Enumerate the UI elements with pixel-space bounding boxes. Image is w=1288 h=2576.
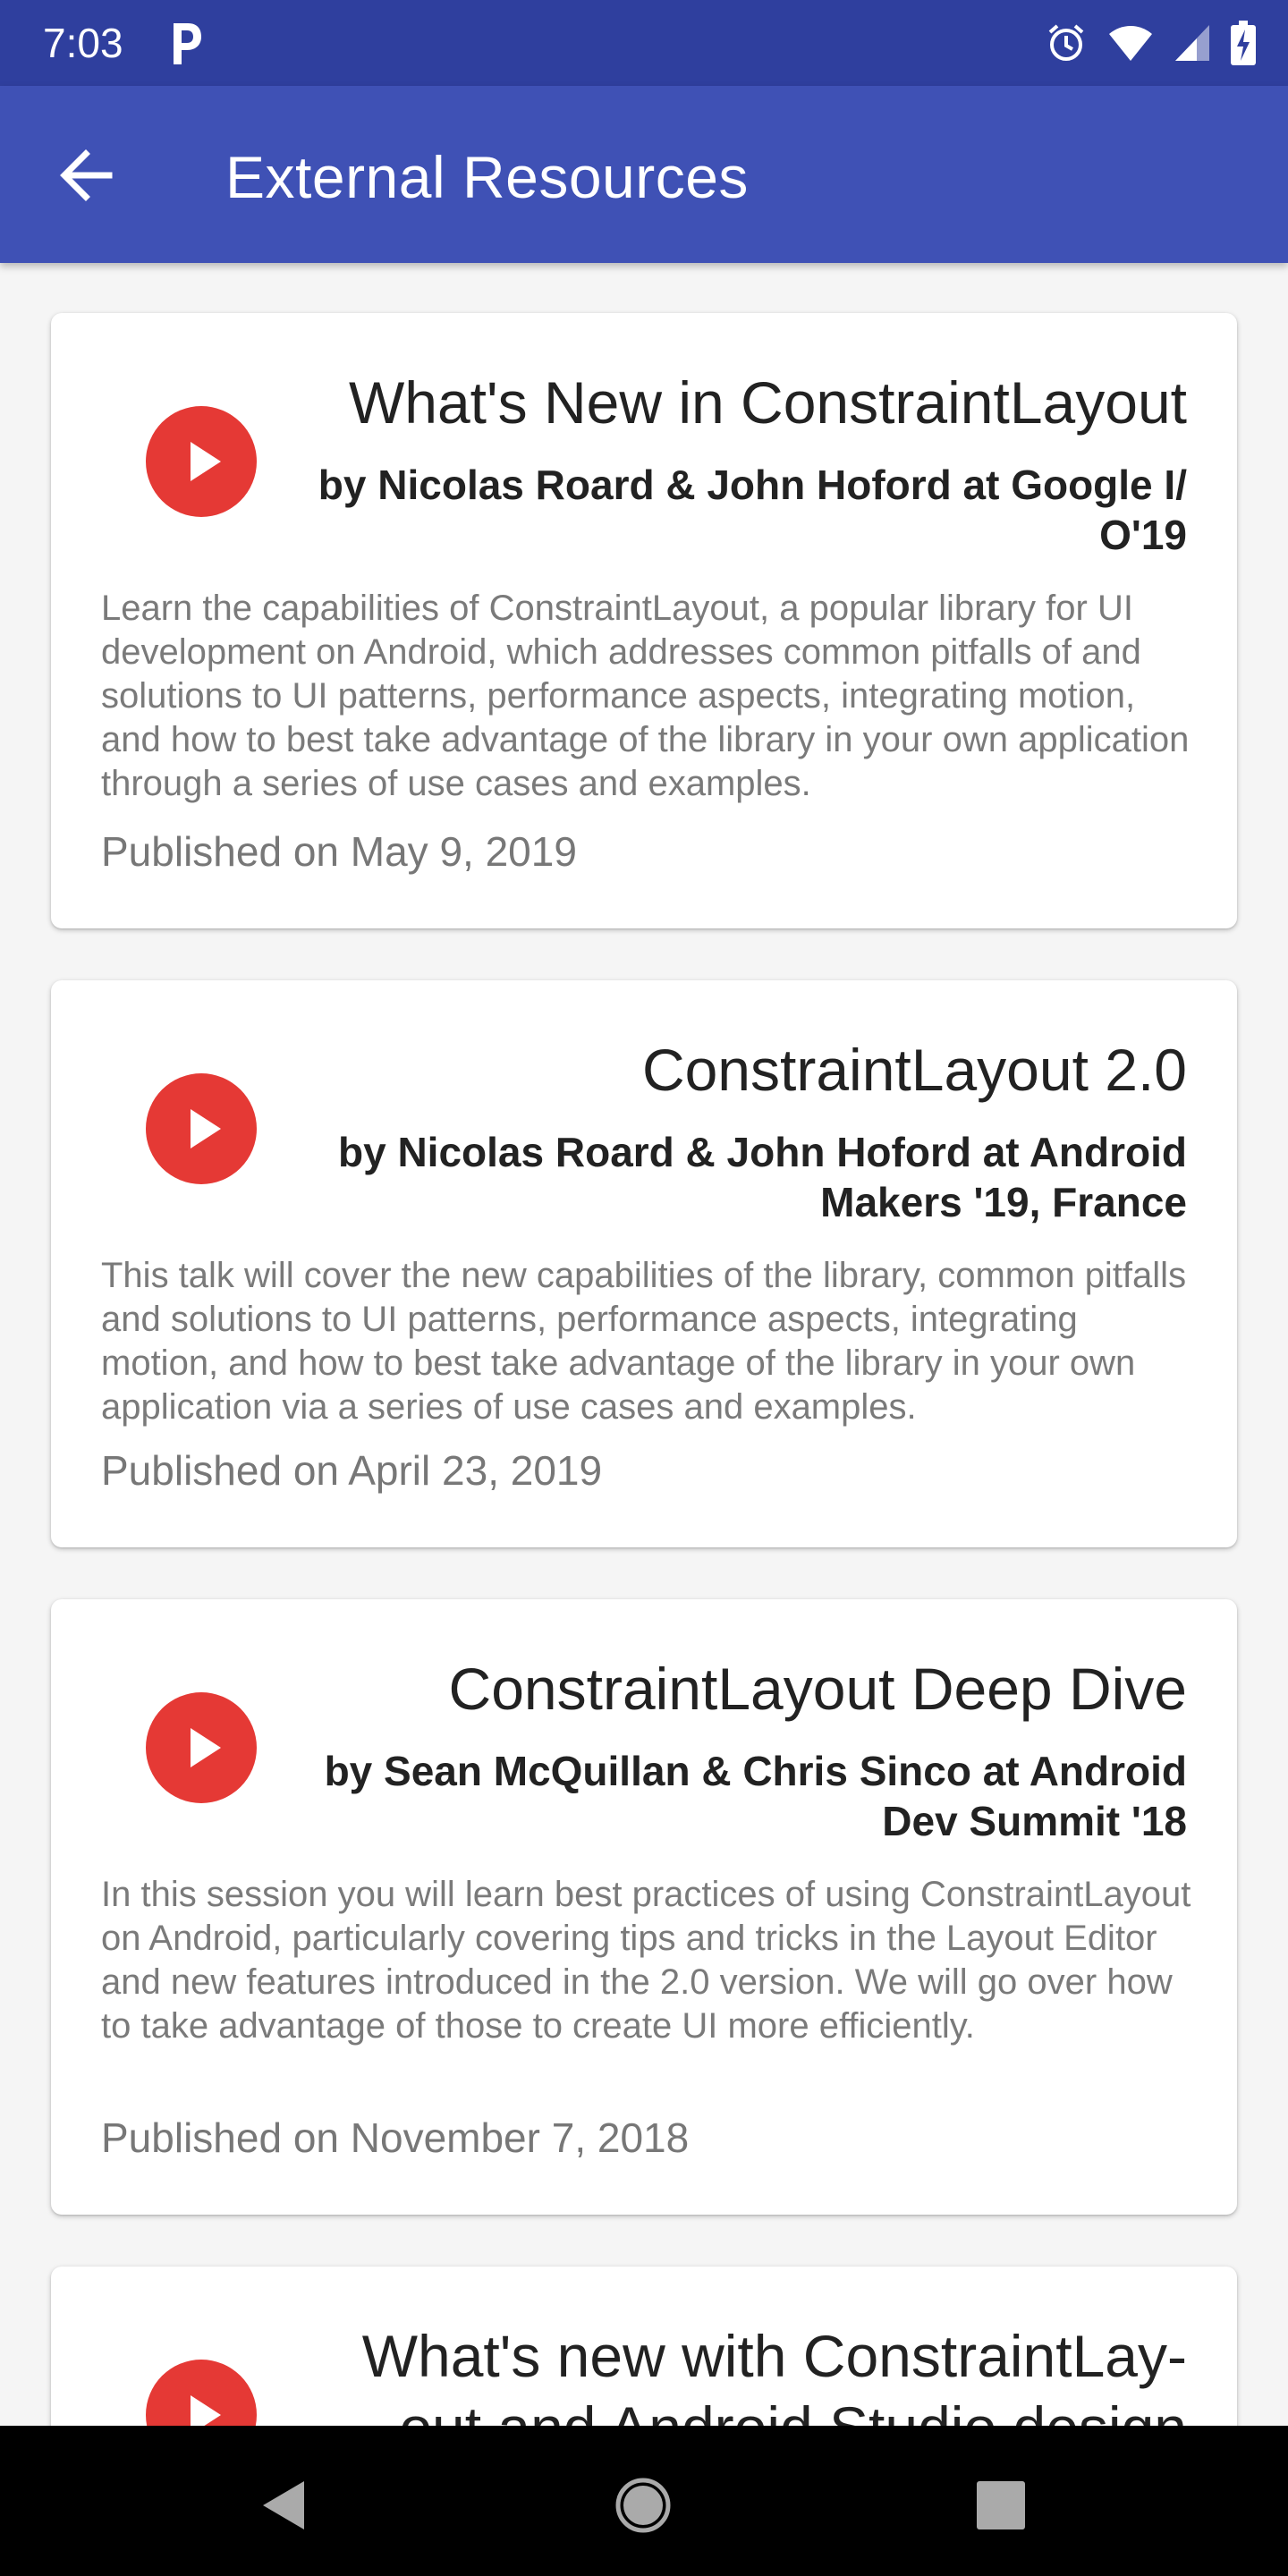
subtitle-line: Makers '19, France (820, 1179, 1187, 1225)
video-description: In this session you will learn best prac… (101, 1875, 1191, 2046)
page-title: External Resources (225, 144, 749, 210)
video-title: ConstraintLayout 2.0 (641, 1037, 1187, 1103)
arrow-back-icon[interactable] (50, 140, 122, 211)
recents-square-icon[interactable] (970, 2474, 1032, 2537)
video-subtitle: by Nicolas Roard & John Hoford at Google… (310, 460, 1187, 560)
publish-date: Published on November 7, 2018 (101, 2114, 690, 2161)
subtitle-line: Dev Summit '18 (882, 1798, 1187, 1844)
video-description: This talk will cover the new capabilitie… (101, 1256, 1187, 1427)
signal-icon (1175, 25, 1209, 61)
play-icon[interactable] (146, 406, 257, 517)
battery-icon (1231, 21, 1256, 65)
video-title: What's New in ConstraintLayout (348, 369, 1187, 436)
video-card[interactable]: ConstraintLayout 2.0 by Nicolas Roard & … (51, 980, 1237, 1547)
play-icon[interactable] (146, 1073, 257, 1184)
subtitle-line: by Sean McQuillan & Chris Sinco at Andro… (324, 1748, 1187, 1794)
home-circle-icon[interactable] (612, 2474, 674, 2537)
video-subtitle: by Nicolas Roard & John Hoford at Androi… (310, 1127, 1187, 1227)
play-icon[interactable] (146, 2360, 257, 2426)
video-card[interactable]: ConstraintLayout Deep Dive by Sean McQui… (51, 1599, 1237, 2215)
video-card[interactable]: What's new with ConstraintLay- out and A… (51, 2267, 1237, 2426)
publish-date: Published on May 9, 2019 (101, 828, 577, 875)
back-triangle-icon[interactable] (254, 2474, 317, 2537)
subtitle-line: by Nicolas Roard & John Hoford at Google… (318, 462, 1187, 508)
subtitle-line: O'19 (1099, 512, 1187, 558)
subtitle-line: by Nicolas Roard & John Hoford at Androi… (338, 1129, 1187, 1175)
system-nav-bar (0, 2426, 1288, 2576)
video-card[interactable]: What's New in ConstraintLayout by Nicola… (51, 313, 1237, 928)
video-title: ConstraintLayout Deep Dive (448, 1656, 1187, 1722)
resource-list: What's New in ConstraintLayout by Nicola… (0, 263, 1288, 2426)
parking-icon (174, 23, 201, 64)
video-title-continued: out and Android Studio design (292, 2392, 1187, 2426)
app-bar: External Resources (0, 86, 1288, 263)
video-description: Learn the capabilities of ConstraintLayo… (101, 589, 1190, 803)
video-subtitle: by Sean McQuillan & Chris Sinco at Andro… (310, 1746, 1187, 1846)
publish-date: Published on April 23, 2019 (101, 1447, 603, 1494)
video-title: What's new with ConstraintLay- (361, 2323, 1187, 2389)
alarm-icon (1048, 24, 1084, 61)
wifi-icon (1109, 26, 1152, 61)
status-time: 7:03 (43, 20, 123, 66)
status-bar: 7:03 (0, 0, 1288, 86)
play-icon[interactable] (146, 1692, 257, 1803)
